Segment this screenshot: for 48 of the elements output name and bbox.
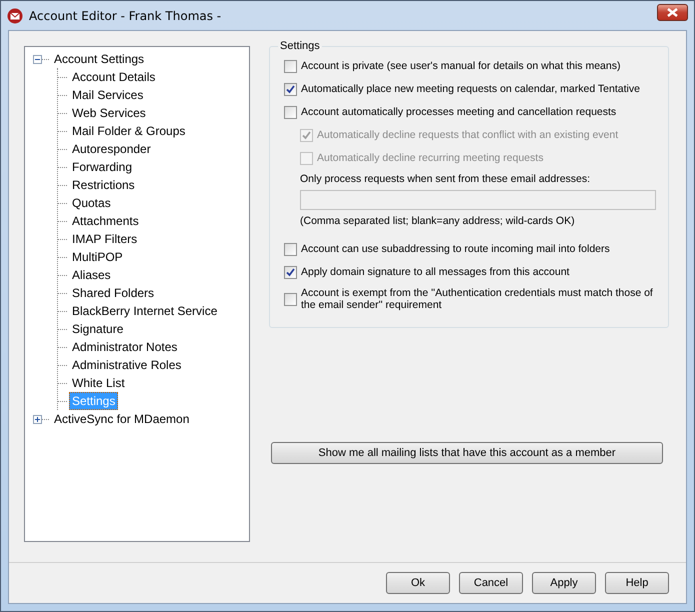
tree-item[interactable]: IMAP Filters [69,230,140,248]
tree-item[interactable]: White List [69,374,128,392]
window-title: Account Editor - Frank Thomas - [29,8,222,22]
checkbox[interactable] [284,60,297,72]
checkbox-label: Apply domain signature to all messages from this account [301,266,570,278]
tree-item[interactable]: Attachments [69,212,142,230]
dialog-button[interactable]: Ok [386,572,450,594]
tree-item[interactable]: MultiPOP [69,248,126,266]
tree-item[interactable]: Aliases [69,266,114,284]
mailing-lists-button[interactable]: Show me all mailing lists that have this account as a member [271,442,663,464]
close-button[interactable] [657,4,688,21]
tree-item[interactable]: Restrictions [69,176,138,194]
tree-item[interactable]: Shared Folders [69,284,158,302]
tree-item[interactable]: Signature [69,320,126,338]
checkbox-label: Account is private (see user's manual for details on what this means) [301,60,620,72]
tree-item[interactable]: Account Details [69,68,158,86]
tree-item[interactable]: Administrative Roles [69,356,184,374]
checkbox-label: Automatically place new meeting requests on calendar, marked Tentative [301,83,640,95]
dialog-button[interactable]: Apply [532,572,596,594]
checkbox[interactable] [284,106,297,118]
checkbox-label: Automatically decline requests that conflict with an existing event [317,129,618,141]
tree-item[interactable]: ActiveSync for MDaemon [51,410,192,428]
tree-item[interactable]: Quotas [69,194,114,212]
tree-item[interactable]: Mail Folder & Groups [69,122,188,140]
checkbox-label: Account can use subaddressing to route incoming mail into folders [301,243,610,255]
checkbox[interactable] [284,292,297,306]
tree-item[interactable]: Web Services [69,104,149,122]
tree-item[interactable]: Mail Services [69,86,146,104]
close-icon [667,8,678,17]
envelope-logo-icon [7,8,23,24]
checkbox-label: Automatically decline recurring meeting requests [317,152,544,164]
checkbox[interactable] [284,242,297,256]
checkbox[interactable] [284,82,297,96]
checkbox[interactable] [284,266,297,278]
group-title: Settings [279,40,321,52]
field-label: Only process requests when sent from these email addresses: [300,173,592,185]
hint-text: (Comma separated list; blank=any address; wild-cards OK) [300,215,576,227]
expand-icon[interactable] [33,414,42,424]
tree-item[interactable]: Account Settings [51,50,148,68]
tree-item[interactable]: Forwarding [69,158,136,176]
tree-item[interactable]: BlackBerry Internet Service [69,302,220,320]
tree-item[interactable]: Administrator Notes [69,338,180,356]
checkbox-label: Account is exempt from the ''Authentication credentials must match those of the email sender'' requirement [301,287,654,311]
tree-item[interactable]: Autoresponder [69,140,154,158]
dialog-button[interactable]: Cancel [459,572,523,594]
collapse-icon[interactable] [33,54,42,64]
checkbox-label: Account automatically processes meeting and cancellation requests [301,106,616,118]
dialog-button[interactable]: Help [605,572,669,594]
